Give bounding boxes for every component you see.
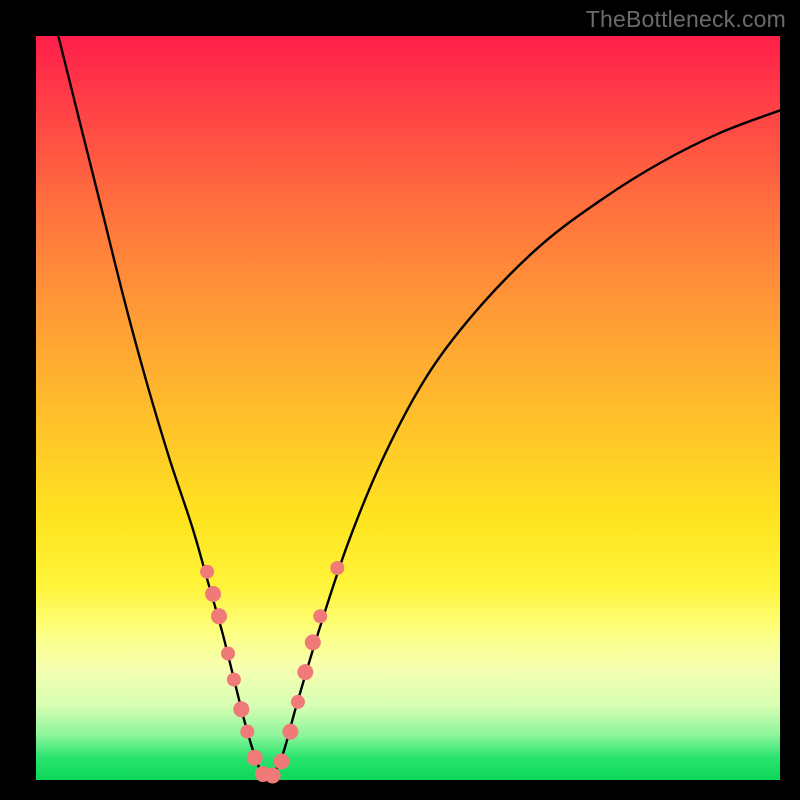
sample-point [205, 586, 221, 602]
sample-point [313, 609, 327, 623]
watermark-text: TheBottleneck.com [586, 6, 786, 33]
sample-point [297, 664, 313, 680]
sample-point [330, 561, 344, 575]
plot-area [36, 36, 780, 780]
sample-point [211, 608, 227, 624]
sample-point [282, 724, 298, 740]
sample-point [221, 647, 235, 661]
sample-point [233, 701, 249, 717]
sample-point [274, 753, 290, 769]
sample-point [305, 634, 321, 650]
sample-point [200, 565, 214, 579]
sample-points-group [200, 561, 344, 784]
sample-point [291, 695, 305, 709]
sample-point [240, 725, 254, 739]
sample-point [265, 768, 281, 784]
chart-svg [36, 36, 780, 780]
bottleneck-curve [58, 36, 780, 780]
chart-frame: TheBottleneck.com [0, 0, 800, 800]
sample-point [247, 750, 263, 766]
sample-point [227, 673, 241, 687]
